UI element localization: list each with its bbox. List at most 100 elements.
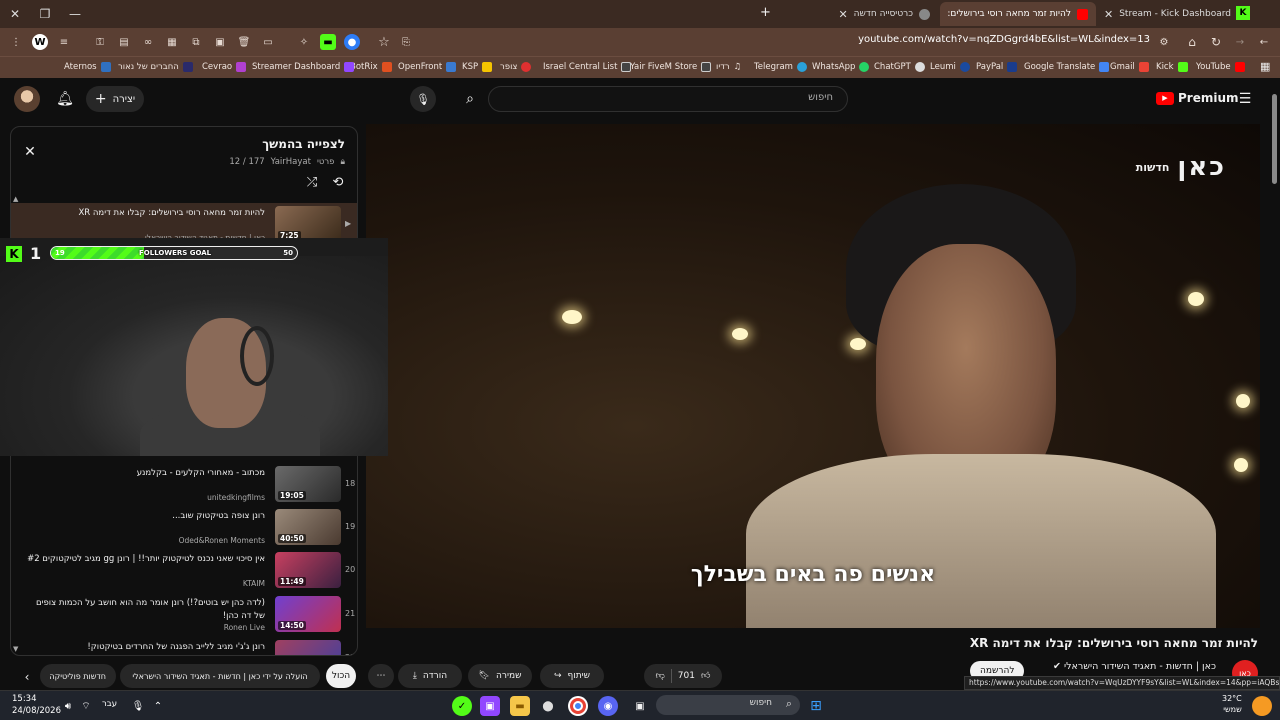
tray-overflow-icon[interactable]: ⌃ [148, 696, 168, 716]
bookmark-radio[interactable]: רדיו ♫ [716, 62, 741, 72]
bookmark-telegram[interactable]: Telegram [754, 62, 807, 72]
bookmark-google-translate[interactable]: Google Translate [1024, 62, 1110, 72]
guide-menu-icon[interactable]: ☰ [1236, 90, 1254, 108]
site-settings-icon[interactable]: ⚙ [1156, 34, 1172, 50]
close-playlist-icon[interactable]: ✕ [21, 143, 39, 161]
youtube-premium-logo[interactable]: ▶ Premium [1156, 91, 1239, 105]
forward-icon[interactable]: → [1232, 34, 1248, 50]
profile-extension-icon[interactable]: W [32, 34, 48, 50]
language-indicator[interactable]: עבר [102, 699, 117, 709]
playlist-item[interactable]: 18 19:05 מכתוב - מאחורי הקלעים - בקלמנע … [11, 463, 357, 505]
chrome-icon[interactable] [568, 696, 588, 716]
tab-youtube-video[interactable]: להיות זמר מחאה רוסי בירושלים: ✕ [940, 2, 1096, 26]
dislike-icon[interactable]: 👎︎ [656, 671, 665, 681]
avatar[interactable] [14, 86, 40, 112]
volume-icon[interactable]: 🔊︎ [58, 696, 78, 716]
back-icon[interactable]: ← [1256, 34, 1272, 50]
screenshot-icon[interactable]: ▣ [212, 34, 228, 50]
blue-extension-icon[interactable]: ● [344, 34, 360, 50]
new-tab-button[interactable]: + [760, 5, 771, 20]
chip-all[interactable]: הכול [326, 664, 356, 688]
page-scrollbar[interactable] [1269, 80, 1280, 690]
bookmark-aternos[interactable]: Aternos [64, 62, 111, 72]
share-button[interactable]: שיתוף ↪ [540, 664, 604, 688]
bookmark-yair-fivem[interactable]: Yair FiveM Store [630, 62, 712, 72]
task-view-icon[interactable]: ▣ [630, 696, 650, 716]
scroll-up-arrow-icon[interactable]: ▲ [13, 195, 18, 203]
chip-uploaded-by[interactable]: הועלה על ידי כאן | חדשות - תאגיד השידור … [120, 664, 320, 688]
chip-politics-news[interactable]: חדשות פוליטיקה [40, 664, 116, 688]
bookmark-leumi[interactable]: Leumi [930, 62, 970, 72]
bookmark-star-icon[interactable]: ☆ [376, 34, 392, 50]
taskbar-search[interactable]: חיפוש ⌕ [656, 695, 800, 715]
file-explorer-icon[interactable]: ▬ [510, 696, 530, 716]
translate-icon[interactable]: ⧉ [188, 34, 204, 50]
playlist-item[interactable]: 22 רונן ג'ג'י מגיב ללייב הפגנה של החרדים… [11, 637, 357, 655]
green-extension-icon[interactable]: ▬ [320, 34, 336, 50]
trash-icon[interactable]: 🗑 [236, 34, 252, 50]
scrollbar-thumb[interactable] [1272, 94, 1277, 184]
weather-sun-icon[interactable] [1252, 696, 1272, 716]
wifi-icon[interactable]: ⌔ [76, 696, 96, 716]
link-icon[interactable]: ∞ [140, 34, 156, 50]
bookmark-israel-central-list[interactable]: Israel Central List [543, 62, 632, 72]
bookmark-botrix[interactable]: BotRix [350, 62, 392, 72]
shuffle-icon[interactable]: ⤮ [303, 173, 321, 191]
chips-scroll-left-icon[interactable]: ‹ [18, 668, 36, 686]
bookmark-ksp[interactable]: KSP [462, 62, 493, 72]
obs-icon[interactable]: ⬤ [538, 696, 558, 716]
channel-name[interactable]: כאן | חדשות - תאגיד השידור הישראלי ✔ [1053, 661, 1216, 672]
xbox-icon[interactable]: ✓ [452, 696, 472, 716]
playlist-item[interactable]: 19 40:50 רונן צופה בטיקטוק שוב... Oded&R… [11, 506, 357, 548]
tab-new-tab[interactable]: כרטיסייה חדשה ✕ [782, 2, 938, 26]
reload-icon[interactable]: ↻ [1208, 34, 1224, 50]
close-window-button[interactable]: ✕ [0, 3, 30, 25]
playlist-item[interactable]: 21 14:50 (לדה כהן יש בוטים?!) רונן אומר … [11, 593, 357, 635]
minimize-window-button[interactable]: — [60, 3, 90, 25]
start-windows-icon[interactable]: ⊞ [806, 696, 826, 716]
bookmark-whatsapp[interactable]: WhatsApp [812, 62, 870, 72]
bookmark-paypal[interactable]: PayPal [976, 62, 1018, 72]
mic-tray-icon[interactable]: 🎙︎ [128, 696, 148, 716]
close-tab-icon[interactable]: ✕ [1104, 8, 1113, 21]
extension-page-icon[interactable]: ▤ [116, 34, 132, 50]
close-tab-icon[interactable]: ✕ [838, 8, 847, 21]
discord-icon[interactable]: ◉ [598, 696, 618, 716]
twitch-icon[interactable]: ▣ [480, 696, 500, 716]
clock[interactable]: 15:34 24/08/2026 [12, 693, 61, 717]
bookmark-cevrao[interactable]: Cevrao [202, 62, 247, 72]
like-count[interactable]: 701 [678, 671, 695, 681]
bookmark-chatgpt[interactable]: ChatGPT [874, 62, 925, 72]
browser-menu-icon[interactable]: ⋮ [8, 34, 24, 50]
more-actions-button[interactable]: ⋯ [368, 664, 394, 688]
bookmark-tzofar[interactable]: צופר [500, 62, 532, 72]
tab-kick-dashboard[interactable]: Stream - Kick Dashboard ✕ [1100, 2, 1256, 26]
install-app-icon[interactable]: ⎘ [398, 34, 414, 50]
address-bar[interactable]: youtube.com/watch?v=nqZDGgrd4bE&list=WL&… [820, 34, 1150, 45]
all-bookmarks-icon[interactable]: ▦ [1260, 60, 1270, 73]
playlist-item[interactable]: 20 11:49 אין סיכוי שאני נכנס לטיקטוק יות… [11, 549, 357, 591]
search-input[interactable]: חיפוש [488, 86, 848, 112]
puzzle-icon[interactable]: ✧ [296, 34, 312, 50]
weather-widget[interactable]: 32°C שמשי [1222, 693, 1242, 715]
bookmark-gmail[interactable]: Gmail [1110, 62, 1149, 72]
grid-icon[interactable]: ▦ [164, 34, 180, 50]
restore-window-button[interactable]: ❐ [30, 3, 60, 25]
kick-extension-icon[interactable]: K [1236, 6, 1250, 20]
download-button[interactable]: הורדה ⤓ [398, 664, 462, 688]
close-tab-icon[interactable]: ✕ [940, 8, 941, 21]
bookmark-kick[interactable]: Kick [1156, 62, 1188, 72]
notifications-bell-icon[interactable]: 🔔︎ [54, 88, 76, 110]
reading-list-icon[interactable]: ≡ [56, 34, 72, 50]
bookmark-openfront[interactable]: OpenFront [398, 62, 457, 72]
home-icon[interactable]: ⌂ [1184, 34, 1200, 50]
bookmark-streamer-dashboard[interactable]: Streamer Dashboard [252, 62, 355, 72]
bookmark-youtube[interactable]: YouTube [1196, 62, 1245, 72]
extension-key-icon[interactable]: ⚿ [92, 34, 108, 50]
voice-search-mic-icon[interactable]: 🎙︎ [410, 86, 436, 112]
like-icon[interactable]: 👍︎ [701, 671, 710, 681]
video-player[interactable]: כאן חדשות אנשים פה באים בשבילך [366, 124, 1260, 628]
playlist-owner[interactable]: YairHayat [271, 157, 311, 167]
create-button[interactable]: יצירה + [86, 86, 144, 112]
search-icon[interactable]: ⌕ [452, 86, 488, 112]
